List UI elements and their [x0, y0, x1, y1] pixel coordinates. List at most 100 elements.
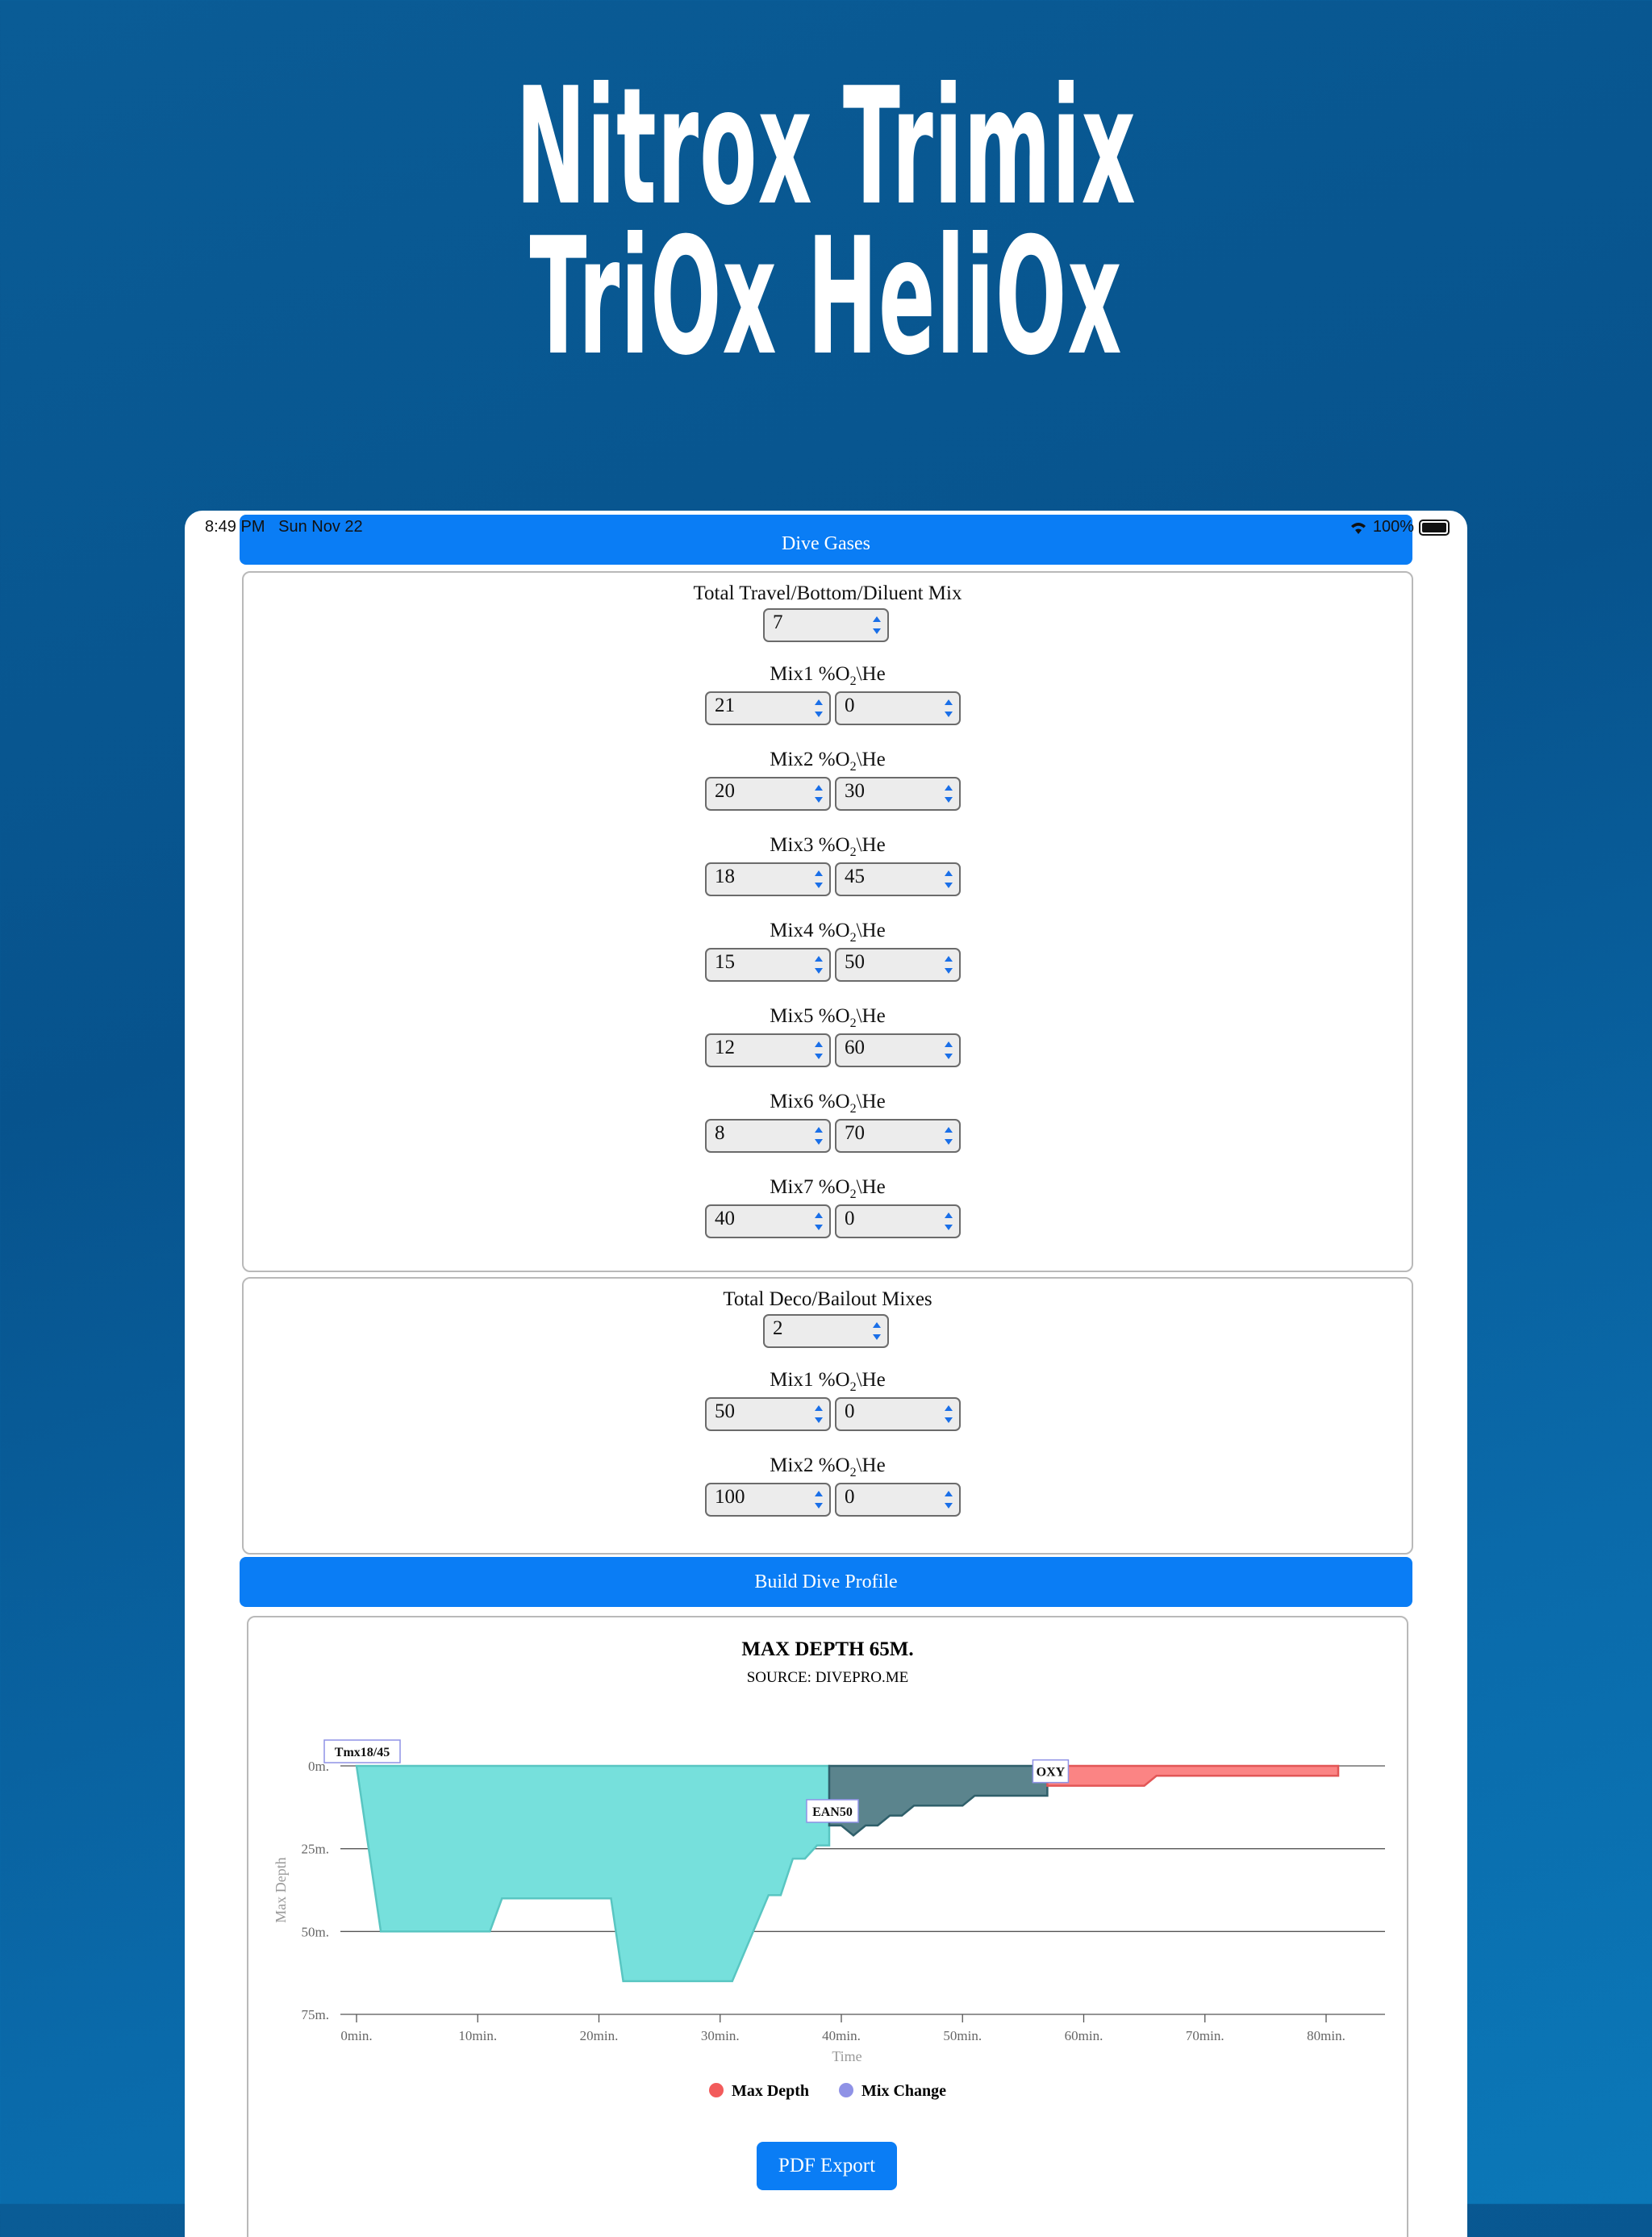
mix-label-text: Mix7 %O — [770, 1176, 850, 1198]
select-arrows-icon — [945, 870, 953, 888]
o2-select[interactable]: 20 — [705, 777, 831, 811]
series-area-oxy — [1046, 1764, 1340, 1787]
select-arrows-icon — [945, 1041, 953, 1059]
hero-line-2: TriOx HeliOx — [529, 203, 1123, 391]
status-time-text: 8:49 PM — [205, 518, 265, 536]
he-suffix: \He — [856, 1454, 886, 1476]
o2-select[interactable]: 8 — [705, 1119, 831, 1153]
o2-select[interactable]: 12 — [705, 1033, 831, 1067]
x-tick-label: 70min. — [1186, 2028, 1224, 2043]
x-tick-label: 0min. — [340, 2028, 372, 2043]
o2-value: 18 — [715, 866, 735, 887]
he-value: 0 — [845, 1208, 855, 1229]
annotation-label: Tmx18/45 — [335, 1746, 390, 1759]
battery-percent: 100% — [1372, 518, 1414, 536]
select-arrows-icon — [815, 1041, 823, 1059]
he-value: 0 — [845, 1400, 855, 1422]
o2-subscript: 2 — [849, 931, 857, 945]
he-select[interactable]: 0 — [835, 1204, 961, 1238]
select-arrows-icon — [945, 785, 953, 803]
o2-value: 50 — [715, 1400, 735, 1422]
mix-label: Mix3 %O2\He — [244, 834, 1412, 860]
o2-select[interactable]: 18 — [705, 862, 831, 896]
wifi-icon — [1350, 522, 1366, 534]
o2-value: 8 — [715, 1122, 725, 1144]
select-arrows-icon — [945, 1212, 953, 1230]
he-suffix: \He — [856, 749, 886, 770]
he-select[interactable]: 30 — [835, 777, 961, 811]
select-arrows-icon — [815, 699, 823, 717]
select-arrows-icon — [815, 956, 823, 974]
he-value: 60 — [845, 1037, 865, 1058]
o2-select[interactable]: 21 — [705, 691, 831, 725]
legend-mix-change-label: Mix Change — [861, 2082, 947, 2100]
he-value: 30 — [845, 780, 865, 802]
o2-select[interactable]: 100 — [705, 1483, 831, 1517]
legend-max-depth-swatch — [708, 2083, 724, 2097]
legend-max-depth[interactable]: Max Depth — [708, 2082, 809, 2101]
o2-subscript: 2 — [849, 1187, 857, 1201]
status-bar: 8:49 PM Sun Nov 22 100% — [185, 515, 1467, 543]
he-suffix: \He — [856, 1176, 886, 1198]
mix-label-text: Mix1 %O — [770, 663, 850, 685]
build-dive-profile-button[interactable]: Build Dive Profile — [240, 1557, 1412, 1607]
o2-subscript: 2 — [849, 1466, 857, 1480]
mix-label-text: Mix1 %O — [770, 1369, 850, 1391]
travel-total-label: Total Travel/Bottom/Diluent Mix — [693, 582, 962, 604]
deco-mix-panel: Total Deco/Bailout Mixes 2 Mix1 %O2\He 50… — [242, 1277, 1413, 1555]
select-arrows-icon — [815, 1212, 823, 1230]
o2-select[interactable]: 15 — [705, 948, 831, 982]
he-select[interactable]: 45 — [835, 862, 961, 896]
he-value: 50 — [845, 951, 865, 973]
x-axis-label: Time — [832, 2048, 861, 2064]
dive-profile-chart: 0m.25m.50m.75m.0min. 10min. 20min. 30min. 40… — [273, 1739, 1385, 2064]
series-area-ean50 — [828, 1764, 1049, 1837]
he-select[interactable]: 0 — [835, 691, 961, 725]
o2-subscript: 2 — [849, 845, 857, 859]
x-tick-label: 10min. — [458, 2028, 497, 2043]
he-value: 45 — [845, 866, 865, 887]
y-tick-label: 25m. — [302, 1842, 329, 1857]
mix-label-text: Mix3 %O — [770, 834, 850, 856]
o2-subscript: 2 — [849, 760, 857, 774]
he-select[interactable]: 60 — [835, 1033, 961, 1067]
he-select[interactable]: 50 — [835, 948, 961, 982]
o2-select[interactable]: 40 — [705, 1204, 831, 1238]
legend-mix-change[interactable]: Mix Change — [839, 2082, 946, 2101]
he-suffix: \He — [856, 920, 886, 941]
mix-label: Mix2 %O2\He — [244, 1454, 1412, 1480]
he-select[interactable]: 0 — [835, 1483, 961, 1517]
hero-title: Nitrox Trimix TriOx HeliOx — [0, 53, 1652, 391]
he-suffix: \He — [856, 1369, 886, 1391]
travel-mix-panel: Total Travel/Bottom/Diluent Mix 7 Mix1 %… — [242, 571, 1413, 1272]
mix-label: Mix7 %O2\He — [244, 1176, 1412, 1202]
he-suffix: \He — [856, 663, 886, 685]
x-tick-label: 30min. — [701, 2028, 740, 2043]
select-arrows-icon — [945, 1491, 953, 1509]
o2-value: 40 — [715, 1208, 735, 1229]
x-tick-label: 60min. — [1065, 2028, 1103, 2043]
deco-total-select[interactable]: 2 — [763, 1314, 889, 1348]
select-arrows-icon — [873, 616, 881, 634]
hero-line-1: Nitrox Trimix — [515, 53, 1137, 241]
legend-mix-change-swatch — [839, 2083, 854, 2097]
annotation-label: EAN50 — [812, 1805, 853, 1819]
dive-profile-chart-panel: MAX DEPTH 65M. SOURCE: DIVEPRO.ME 0m. 25m… — [247, 1616, 1408, 2237]
he-select[interactable]: 0 — [835, 1397, 961, 1431]
select-arrows-icon — [815, 1491, 823, 1509]
status-time: 8:49 PM Sun Nov 22 — [205, 518, 363, 536]
o2-subscript: 2 — [849, 1102, 857, 1116]
he-value: 0 — [845, 695, 855, 716]
pdf-export-button[interactable]: PDF Export — [757, 2142, 897, 2190]
series-area-tmx18-45 — [355, 1764, 831, 1983]
travel-total-select[interactable]: 7 — [763, 608, 889, 642]
he-select[interactable]: 70 — [835, 1119, 961, 1153]
mix-label: Mix1 %O2\He — [244, 1369, 1412, 1395]
o2-select[interactable]: 50 — [705, 1397, 831, 1431]
chart-legend: Max Depth Mix Change — [248, 2082, 1407, 2101]
mix-label: Mix6 %O2\He — [244, 1091, 1412, 1116]
mix-label-text: Mix2 %O — [770, 1454, 850, 1476]
he-value: 70 — [845, 1122, 865, 1144]
deco-total-value: 2 — [773, 1317, 783, 1339]
select-arrows-icon — [945, 956, 953, 974]
